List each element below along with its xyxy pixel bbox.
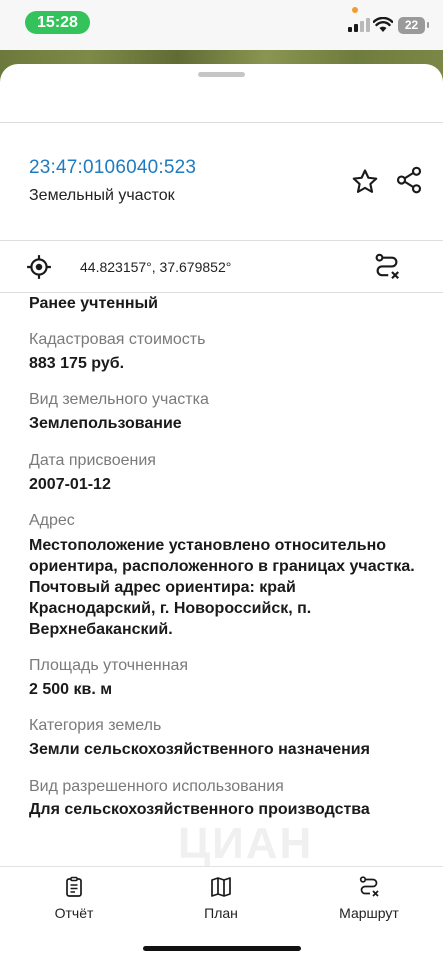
home-indicator[interactable] [143, 946, 301, 951]
report-icon [66, 876, 82, 897]
parcel-kind-value: Землепользование [29, 415, 182, 432]
battery-icon: 22 [398, 17, 429, 34]
star-icon[interactable] [348, 165, 382, 199]
route-icon[interactable] [370, 250, 404, 284]
status-bar: 15:28 22 [0, 0, 443, 50]
cadastral-value: 883 175 руб. [29, 355, 125, 372]
coordinates-row: 44.823157°, 37.679852° [0, 242, 443, 292]
cian-watermark: ЦИАН [178, 819, 314, 868]
map-icon [211, 877, 231, 897]
area-value: 2 500 кв. м [29, 681, 113, 698]
tab-report[interactable]: Отчёт [19, 875, 129, 927]
cadastral-number[interactable]: 23:47:0106040:523 [29, 157, 196, 179]
signal-icon [348, 18, 370, 32]
registration-status: Ранее учтенный [29, 295, 159, 312]
tab-route-label: Маршрут [339, 905, 399, 921]
camera-indicator-dot [352, 7, 358, 13]
divider [0, 292, 443, 293]
parcel-kind-label: Вид земельного участка [29, 391, 209, 408]
tab-report-label: Отчёт [54, 905, 94, 921]
assignment-date-label: Дата присвоения [29, 452, 156, 469]
land-category-label: Категория земель [29, 717, 162, 734]
parcel-info-sheet: 23:47:0106040:523 Земельный участок 44.8… [0, 64, 443, 960]
coordinates-text[interactable]: 44.823157°, 37.679852° [80, 259, 231, 275]
divider [0, 240, 443, 241]
tab-plan-label: План [204, 905, 238, 921]
sheet-grabber[interactable] [198, 72, 245, 77]
wifi-icon [373, 17, 393, 32]
cadastral-value-label: Кадастровая стоимость [29, 331, 206, 348]
route-icon [359, 876, 379, 897]
area-label: Площадь уточненная [29, 657, 189, 674]
land-category-value: Земли сельскохозяйственного назначения [29, 741, 370, 758]
permitted-use-label: Вид разрешенного использования [29, 778, 284, 795]
tab-route[interactable]: Маршрут [314, 875, 424, 927]
permitted-use-value: Для сельскохозяйственного производства [29, 801, 370, 818]
address-value: Местоположение установлено относительно … [29, 537, 415, 638]
assignment-date-value: 2007-01-12 [29, 476, 111, 493]
share-icon[interactable] [392, 163, 426, 197]
object-type: Земельный участок [29, 187, 175, 204]
tab-plan[interactable]: План [166, 875, 276, 927]
address-label: Адрес [29, 512, 75, 529]
status-time: 15:28 [25, 11, 90, 34]
divider [0, 122, 443, 123]
locate-icon[interactable] [22, 250, 56, 284]
